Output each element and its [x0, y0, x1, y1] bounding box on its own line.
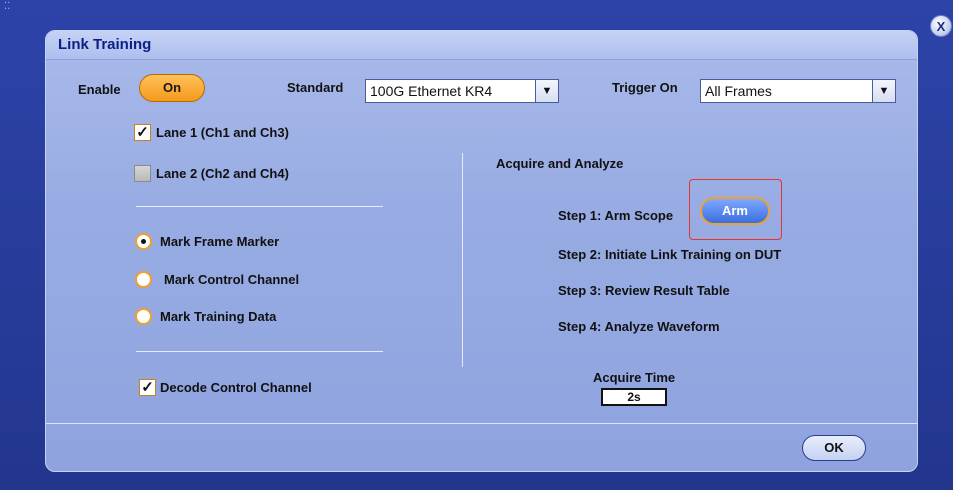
mark-control-channel-label: Mark Control Channel [164, 272, 300, 287]
standard-value: 100G Ethernet KR4 [370, 83, 493, 99]
divider [136, 206, 383, 207]
dialog-title-bar: Link Training [46, 31, 917, 60]
footer-divider [46, 423, 917, 424]
acquire-time-field[interactable]: 2s [601, 388, 667, 406]
step-1-label: Step 1: Arm Scope [558, 208, 674, 223]
mark-training-data-radio[interactable] [135, 308, 152, 325]
mark-frame-marker-radio[interactable] [135, 233, 152, 250]
link-training-dialog: Link Training Enable On Standard 100G Et… [45, 30, 918, 472]
lane-1-checkbox[interactable]: ✓ [134, 124, 151, 141]
chevron-down-icon[interactable]: ▼ [872, 80, 895, 102]
arm-button[interactable]: Arm [700, 197, 770, 225]
step-4-label: Step 4: Analyze Waveform [558, 319, 720, 334]
lane-2-label: Lane 2 (Ch2 and Ch4) [156, 166, 289, 181]
app-background: ⁚⁚ X Link Training Enable On Standard 10… [0, 0, 953, 490]
lane-1-label: Lane 1 (Ch1 and Ch3) [156, 125, 289, 140]
standard-label: Standard [287, 80, 344, 95]
mark-control-channel-radio[interactable] [135, 271, 152, 288]
close-button[interactable]: X [930, 15, 952, 37]
standard-select[interactable]: 100G Ethernet KR4 ▼ [365, 79, 559, 103]
mark-training-data-label: Mark Training Data [160, 309, 277, 324]
divider [136, 351, 383, 352]
window-grip-icon[interactable]: ⁚⁚ [4, 2, 16, 16]
step-2-label: Step 2: Initiate Link Training on DUT [558, 247, 782, 262]
acquire-heading: Acquire and Analyze [496, 156, 624, 171]
mark-frame-marker-label: Mark Frame Marker [160, 234, 280, 249]
enable-toggle-button[interactable]: On [139, 74, 205, 102]
decode-control-channel-label: Decode Control Channel [160, 380, 312, 395]
step-3-label: Step 3: Review Result Table [558, 283, 730, 298]
decode-control-channel-checkbox[interactable]: ✓ [139, 379, 156, 396]
vertical-divider [462, 153, 463, 367]
ok-button[interactable]: OK [802, 435, 866, 461]
trigger-on-label: Trigger On [612, 80, 678, 95]
dialog-title: Link Training [58, 36, 152, 53]
enable-label: Enable [78, 82, 121, 97]
trigger-on-value: All Frames [705, 83, 772, 99]
chevron-down-icon[interactable]: ▼ [535, 80, 558, 102]
acquire-time-label: Acquire Time [593, 370, 676, 385]
trigger-on-select[interactable]: All Frames ▼ [700, 79, 896, 103]
lane-2-checkbox[interactable] [134, 165, 151, 182]
